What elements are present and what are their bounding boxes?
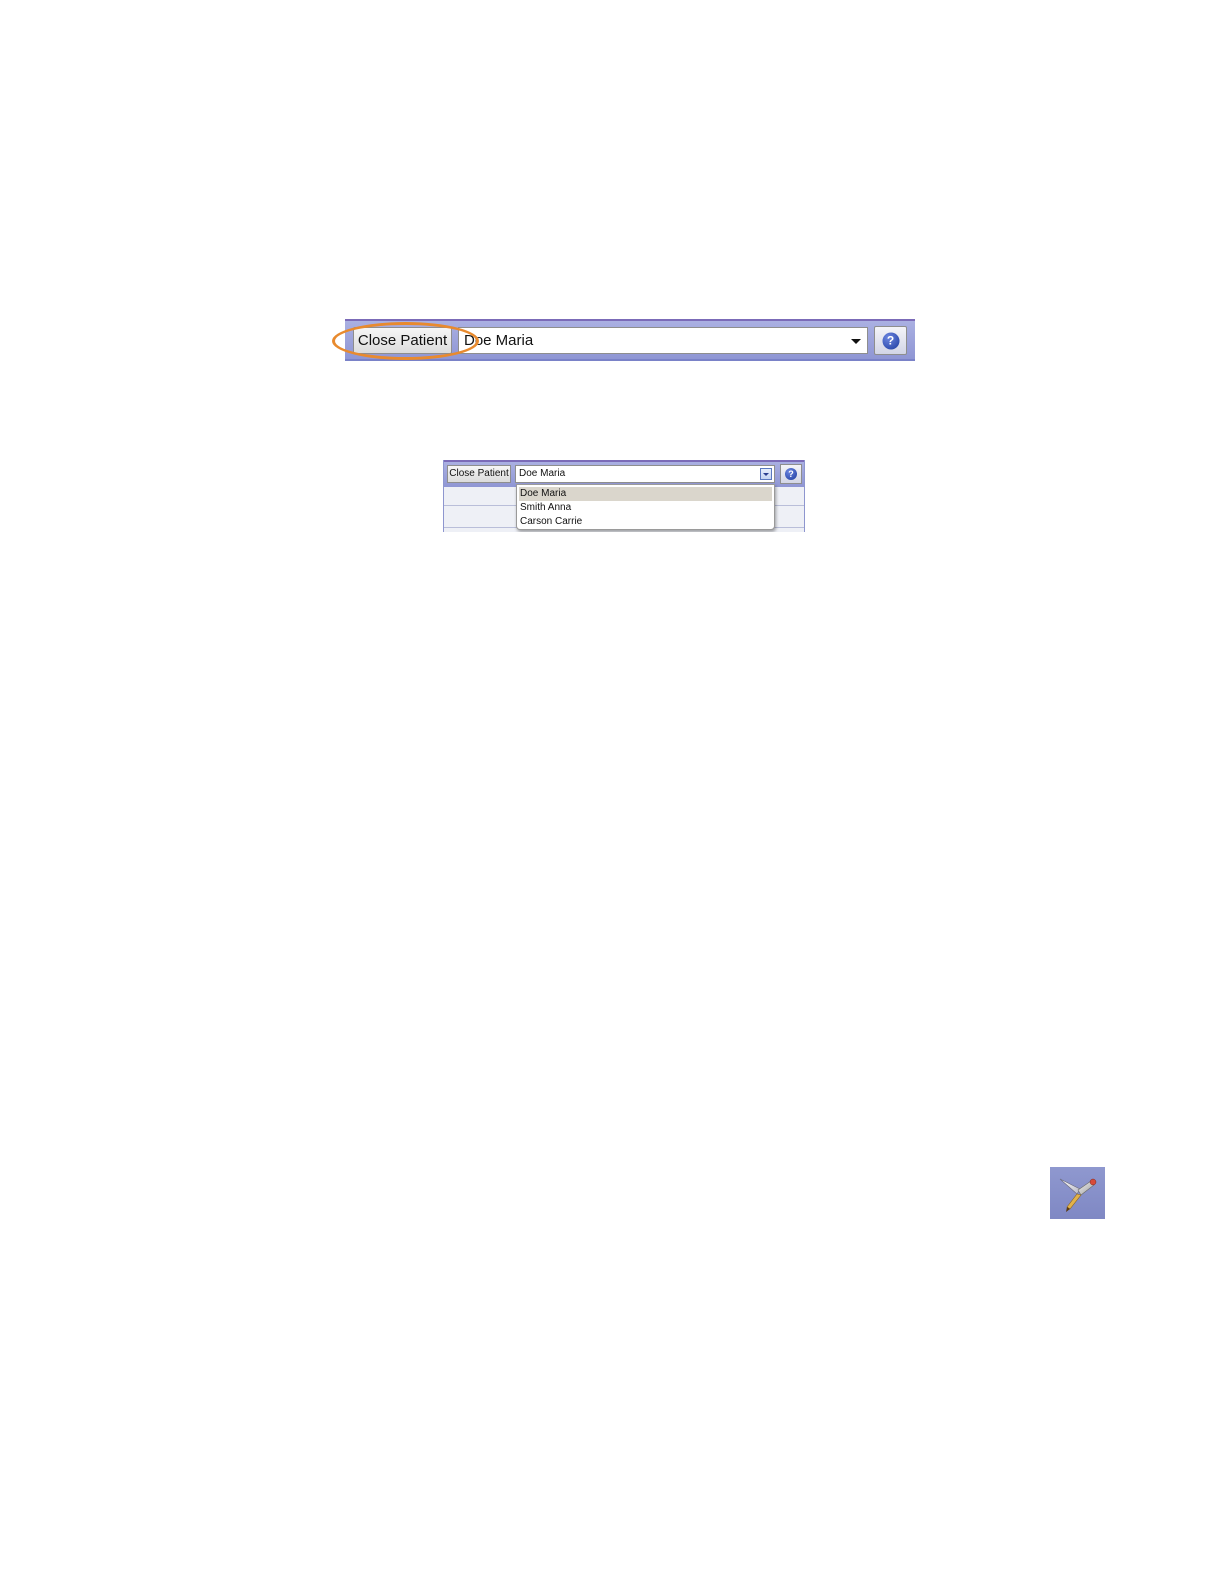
help-button-small[interactable]: ?: [780, 464, 802, 484]
patient-dropdown-list: Doe Maria Smith Anna Carson Carrie: [516, 484, 775, 530]
patient-toolbar-small: Close Patient Doe Maria ? Doe Maria Smit…: [443, 460, 805, 532]
patient-select-value: Doe Maria: [464, 332, 534, 349]
patient-toolbar-large: Close Patient Doe Maria ?: [345, 319, 915, 361]
help-icon: ?: [882, 332, 899, 349]
close-patient-button-small[interactable]: Close Patient: [447, 465, 511, 483]
dropdown-option-doe-maria[interactable]: Doe Maria: [519, 487, 772, 501]
patient-select-small[interactable]: Doe Maria: [515, 465, 775, 483]
pen-tool-icon-graphic: [1059, 1178, 1097, 1212]
patient-select-value-small: Doe Maria: [519, 468, 566, 479]
dropdown-option-smith-anna[interactable]: Smith Anna: [517, 501, 774, 515]
pen-tool-icon[interactable]: [1050, 1167, 1105, 1219]
close-patient-button[interactable]: Close Patient: [353, 327, 452, 354]
help-button[interactable]: ?: [874, 326, 907, 355]
dropdown-option-carson-carrie[interactable]: Carson Carrie: [517, 515, 774, 529]
chevron-down-icon[interactable]: [851, 339, 861, 344]
help-icon: ?: [785, 468, 797, 480]
patient-select[interactable]: Doe Maria: [458, 327, 868, 354]
chevron-down-icon[interactable]: [760, 468, 772, 480]
